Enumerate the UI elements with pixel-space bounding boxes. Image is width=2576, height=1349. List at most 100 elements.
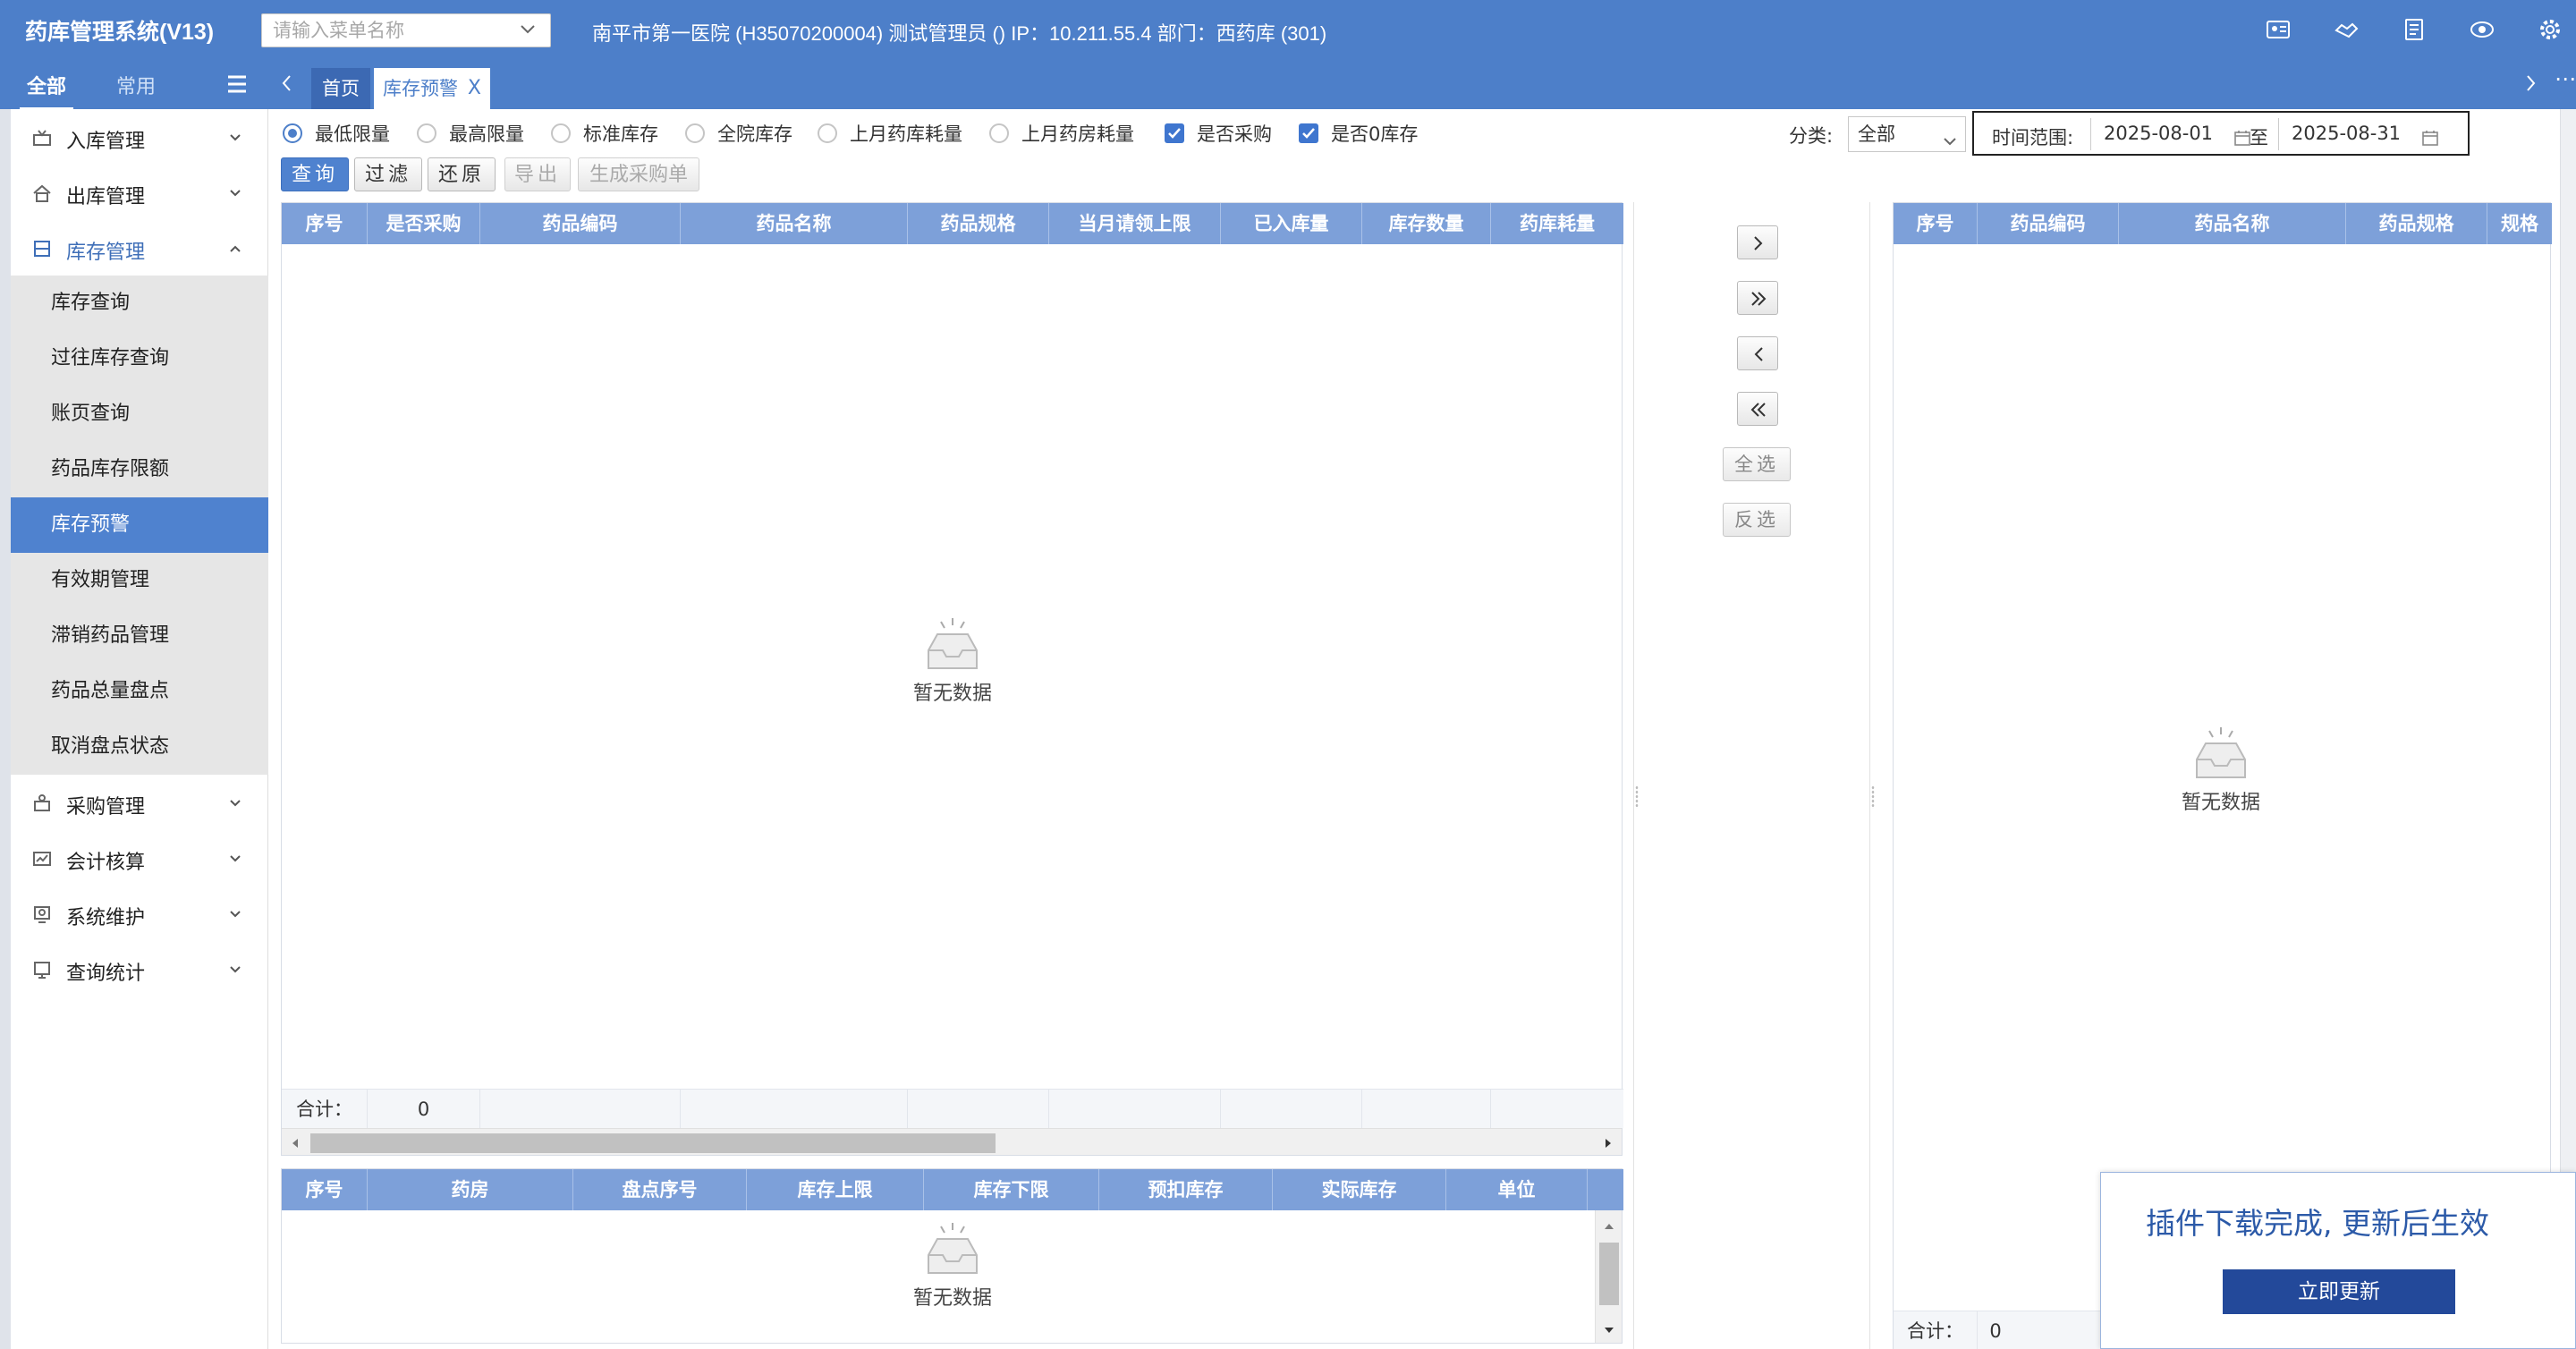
scroll-up-icon[interactable] [1601,1217,1617,1234]
column-header[interactable]: 序号 [282,203,368,244]
checkbox-label: 是否0库存 [1331,123,1419,145]
radio-min-limit[interactable]: 最低限量 [283,120,390,147]
invert-selection-button[interactable]: 反选 [1723,503,1791,537]
document-icon[interactable] [2401,16,2428,43]
radio-hospital-stock[interactable]: 全院库存 [685,120,792,147]
horizontal-scrollbar[interactable] [282,1128,1622,1155]
column-header[interactable]: 单位 [1446,1169,1588,1210]
column-header[interactable]: 药房 [368,1169,573,1210]
sidebar-tab-all[interactable]: 全部 [19,71,74,111]
move-right-button[interactable] [1737,225,1778,259]
generate-purchase-order-button[interactable]: 生成采购单 [578,157,699,191]
menu-group-outbound[interactable]: 出库管理 [11,165,268,220]
id-card-icon[interactable] [2265,16,2292,43]
split-handle-left[interactable] [1633,202,1639,1349]
vertical-scrollbar[interactable] [1595,1210,1622,1343]
checkbox-is-purchase[interactable]: 是否采购 [1165,120,1272,147]
select-all-button[interactable]: 全选 [1723,447,1791,481]
eye-icon[interactable] [2469,16,2496,43]
move-all-left-button[interactable] [1737,392,1778,426]
column-header[interactable]: 药库耗量 [1491,203,1623,244]
chevron-down-icon [1942,126,1958,146]
summary-cell [480,1090,681,1129]
more-icon[interactable]: ⋯ [2555,66,2576,91]
menu-item-stock-query[interactable]: 库存查询 [11,276,268,331]
menu-item-total-count[interactable]: 药品总量盘点 [11,664,268,719]
chevron-down-icon[interactable] [519,21,537,38]
radio-standard-stock[interactable]: 标准库存 [551,120,658,147]
menu-collapse-icon[interactable] [225,73,249,95]
column-header[interactable]: 药品名称 [2119,203,2346,244]
category-select[interactable]: 全部 [1848,116,1966,152]
column-header[interactable]: 药品规格 [2346,203,2487,244]
column-header[interactable]: 药品规格 [908,203,1049,244]
split-handle-right[interactable] [1869,202,1875,1349]
tab-stock-warning[interactable]: 库存预警 X [374,68,490,109]
app-title: 药库管理系统(V13) [25,20,215,45]
date-from-input[interactable]: 2025-08-01 [2090,118,2269,150]
menu-item-cancel-count[interactable]: 取消盘点状态 [11,719,268,775]
menu-item-expiry[interactable]: 有效期管理 [11,553,268,608]
update-now-button[interactable]: 立即更新 [2223,1269,2455,1314]
menu-item-slow-moving[interactable]: 滞销药品管理 [11,608,268,664]
maintain-icon [32,904,52,924]
column-header[interactable]: 预扣库存 [1099,1169,1273,1210]
menu-item-past-stock-query[interactable]: 过往库存查询 [11,331,268,386]
menu-item-ledger-query[interactable]: 账页查询 [11,386,268,442]
checkbox-zero-stock[interactable]: 是否0库存 [1299,120,1418,147]
column-header[interactable]: 规格 [2487,203,2552,244]
menu-group-accounting[interactable]: 会计核算 [11,830,268,886]
date-to-value: 2025-08-31 [2292,123,2402,144]
chevron-left-icon[interactable] [277,72,297,95]
column-header[interactable]: 库存上限 [747,1169,924,1210]
close-icon[interactable]: X [468,68,481,109]
column-header[interactable]: 是否采购 [368,203,480,244]
scroll-thumb[interactable] [1599,1243,1619,1305]
sidebar-edge [0,109,11,1349]
column-header[interactable]: 实际库存 [1273,1169,1446,1210]
column-header[interactable]: 库存数量 [1362,203,1491,244]
move-left-button[interactable] [1737,336,1778,370]
menu-group-purchase[interactable]: 采购管理 [11,775,268,830]
column-header[interactable]: 药品编码 [1978,203,2119,244]
top-bar: 药库管理系统(V13) 南平市第一医院 (H35070200004) 测试管理员… [0,0,2576,59]
menu-group-statistics[interactable]: 查询统计 [11,941,268,997]
radio-label: 最高限量 [449,123,524,145]
menu-item-stock-limit[interactable]: 药品库存限额 [11,442,268,497]
gear-icon[interactable] [2537,16,2563,43]
summary-label: 合计： [282,1090,368,1129]
scroll-thumb[interactable] [310,1133,996,1153]
radio-max-limit[interactable]: 最高限量 [417,120,524,147]
column-header[interactable]: 已入库量 [1221,203,1362,244]
column-header[interactable]: 当月请领上限 [1049,203,1221,244]
menu-group-maintenance[interactable]: 系统维护 [11,886,268,941]
column-header[interactable]: 序号 [282,1169,368,1210]
column-header[interactable]: 序号 [1894,203,1978,244]
scroll-down-icon[interactable] [1601,1321,1617,1337]
reset-button[interactable]: 还原 [428,157,496,191]
date-to-input[interactable]: 2025-08-31 [2278,118,2457,150]
sidebar-tab-favorites[interactable]: 常用 [116,71,156,99]
pharmacy-table-header: 序号 药房 盘点序号 库存上限 库存下限 预扣库存 实际库存 单位 [282,1169,1623,1210]
column-header[interactable]: 药品名称 [681,203,908,244]
summary-cell [908,1090,1049,1129]
summary-value: 0 [368,1090,480,1129]
column-header[interactable]: 药品编码 [480,203,681,244]
menu-search-input[interactable] [261,13,551,47]
export-button[interactable]: 导出 [504,157,571,191]
column-header[interactable]: 盘点序号 [573,1169,747,1210]
filter-button[interactable]: 过滤 [354,157,422,191]
scroll-right-icon[interactable] [1600,1134,1616,1150]
menu-group-inbound[interactable]: 入库管理 [11,109,268,165]
tab-home[interactable]: 首页 [311,68,370,109]
menu-group-inventory[interactable]: 库存管理 [11,220,268,276]
chevron-right-icon[interactable] [2521,72,2540,95]
radio-last-month-pharmacy[interactable]: 上月药房耗量 [989,120,1134,147]
query-button[interactable]: 查询 [281,157,349,191]
scroll-left-icon[interactable] [287,1134,303,1150]
menu-item-stock-warning[interactable]: 库存预警 [11,497,268,553]
radio-last-month-warehouse[interactable]: 上月药库耗量 [818,120,962,147]
handshake-icon[interactable] [2333,16,2360,43]
column-header[interactable]: 库存下限 [924,1169,1099,1210]
move-all-right-button[interactable] [1737,281,1778,315]
